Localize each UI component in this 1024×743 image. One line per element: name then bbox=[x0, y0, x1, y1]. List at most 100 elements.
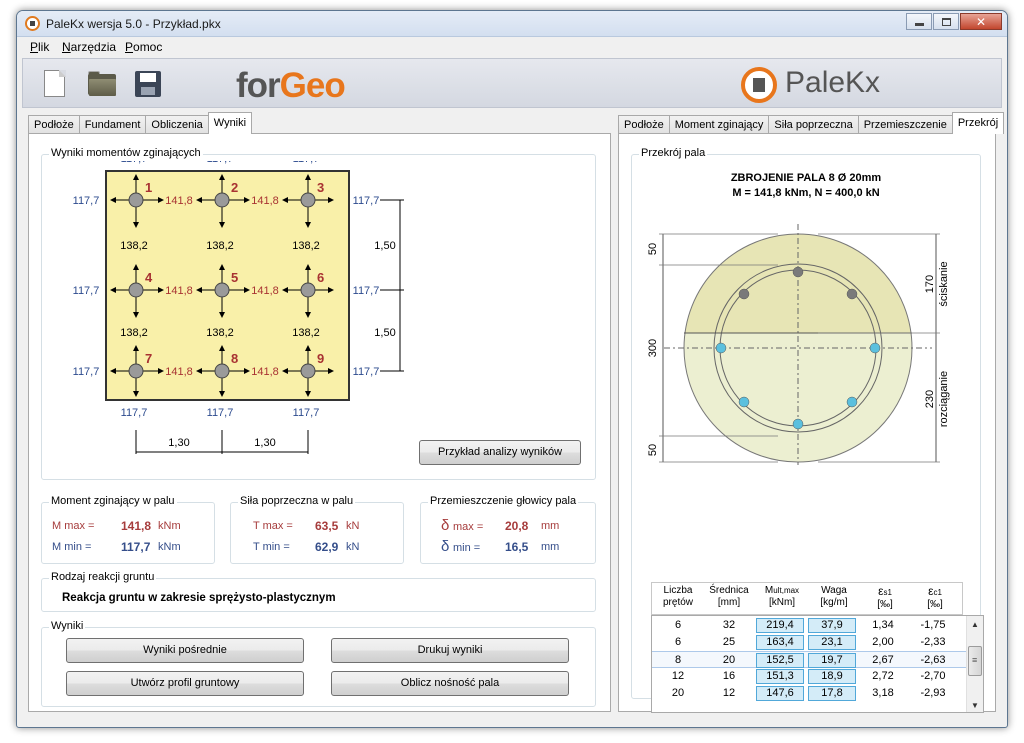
table-cell: 151,3 bbox=[756, 669, 804, 684]
results-group: Wyniki Wyniki pośrednie Drukuj wyniki Ut… bbox=[41, 620, 596, 707]
rebar-compression bbox=[846, 288, 858, 300]
pile-circle bbox=[214, 282, 230, 298]
rebar-tension bbox=[738, 396, 750, 408]
col-header-diameter-l1: Średnica bbox=[709, 585, 749, 596]
tab-shear-force[interactable]: Siła poprzeczna bbox=[768, 115, 859, 134]
vertical-moment-label: 138,2 bbox=[292, 240, 320, 252]
spacing-x-label: 1,30 bbox=[168, 437, 189, 449]
col-header-count: Liczba prętów bbox=[655, 585, 701, 609]
calculate-capacity-button[interactable]: Oblicz nośność pala bbox=[331, 671, 569, 696]
vertical-moment-label: 138,2 bbox=[292, 327, 320, 339]
palekx-logo-icon bbox=[741, 67, 777, 103]
results-group-title: Wyniki bbox=[49, 620, 86, 632]
table-row[interactable]: 8 20 152,5 19,7 2,67 -2,63 bbox=[652, 651, 968, 668]
col-header-eps-s1-sub: s1 bbox=[883, 588, 892, 597]
displacement-box-title: Przemieszczenie głowicy pala bbox=[428, 495, 579, 507]
print-results-button[interactable]: Drukuj wyniki bbox=[331, 638, 569, 663]
scroll-thumb[interactable] bbox=[968, 646, 982, 676]
table-cell: 2,00 bbox=[872, 636, 894, 648]
create-soil-profile-button[interactable]: Utwórz profil gruntowy bbox=[66, 671, 304, 696]
example-analysis-button[interactable]: Przykład analizy wyników bbox=[419, 440, 581, 465]
save-disk-icon[interactable] bbox=[133, 69, 163, 99]
moment-max-unit: kNm bbox=[158, 520, 181, 532]
table-cell: 6 bbox=[674, 636, 682, 648]
new-file-icon[interactable] bbox=[40, 69, 70, 99]
menu-plik[interactable]: Plik bbox=[30, 40, 49, 54]
close-button[interactable]: ✕ bbox=[960, 13, 1002, 30]
maximize-button[interactable] bbox=[933, 13, 959, 30]
displacement-max-unit: mm bbox=[541, 520, 560, 532]
edge-moment-label-right: 117,7 bbox=[353, 285, 380, 297]
rebar-tension bbox=[792, 418, 804, 430]
pile-number: 6 bbox=[317, 270, 324, 285]
dim-top-label: 50 bbox=[647, 243, 659, 255]
horizontal-moment-label: 141,8 bbox=[251, 366, 279, 378]
tab-obliczenia[interactable]: Obliczenia bbox=[145, 115, 209, 134]
table-row[interactable]: 20 12 147,6 17,8 3,18 -2,93 bbox=[652, 685, 968, 702]
rebar-tension bbox=[715, 342, 727, 354]
menu-bar: Plik Narzędzia Pomoc bbox=[17, 37, 1007, 57]
table-row[interactable]: 12 16 151,3 18,9 2,72 -2,70 bbox=[652, 668, 968, 685]
pile-circle bbox=[128, 192, 144, 208]
tab-wyniki[interactable]: Wyniki bbox=[207, 112, 253, 134]
col-header-count-l1: Liczba bbox=[663, 585, 693, 596]
reinforcement-table[interactable]: 20 12 147,6 17,8 3,18 -2,93 12 16 151,3 18,9 2,72 -… bbox=[651, 615, 984, 713]
table-cell: -2,93 bbox=[920, 687, 946, 699]
edge-moment-label-top: 117,7 bbox=[121, 161, 148, 165]
open-folder-icon[interactable] bbox=[87, 69, 117, 99]
intermediate-results-button[interactable]: Wyniki pośrednie bbox=[66, 638, 304, 663]
table-cell: 6 bbox=[674, 619, 682, 631]
pile-plan-diagram: 1 2 3 4 5 6 7 8 9 141,8 141,8 141,8 141,8 141,8 141,8 1… bbox=[73, 161, 404, 454]
shear-min-value: 62,9 bbox=[315, 540, 339, 554]
menu-narzedzia[interactable]: Narzędzia bbox=[62, 40, 116, 54]
table-cell: 23,1 bbox=[808, 635, 856, 650]
scroll-up-icon[interactable]: ▲ bbox=[967, 616, 983, 633]
pile-circle bbox=[300, 363, 316, 379]
tab-cross-section[interactable]: Przekrój bbox=[951, 112, 1005, 134]
dim-tension-label: 230 bbox=[924, 390, 936, 408]
horizontal-moment-label: 141,8 bbox=[165, 285, 193, 297]
edge-moment-label-top: 117,7 bbox=[293, 161, 320, 165]
tab-right-podloze[interactable]: Podłoże bbox=[618, 115, 670, 134]
shear-max-unit: kN bbox=[346, 520, 360, 532]
title-bar[interactable]: PaleKx wersja 5.0 - Przykład.pkx ✕ bbox=[17, 11, 1007, 37]
soil-reaction-value: Reakcja gruntu w zakresie sprężysto-plas… bbox=[62, 592, 336, 604]
edge-moment-label-left: 117,7 bbox=[73, 195, 100, 207]
tab-bending-moment[interactable]: Moment zginający bbox=[668, 115, 770, 134]
edge-moment-label-left: 117,7 bbox=[73, 366, 100, 378]
pile-number: 9 bbox=[317, 351, 324, 366]
moment-min-value: 117,7 bbox=[121, 540, 151, 554]
table-scrollbar[interactable]: ▲ ▼ bbox=[966, 616, 983, 712]
window-title: PaleKx wersja 5.0 - Przykład.pkx bbox=[46, 17, 221, 31]
moment-min-label: M min = bbox=[52, 541, 92, 553]
moment-max-label: M max = bbox=[52, 520, 95, 532]
minimize-button[interactable] bbox=[906, 13, 932, 30]
table-cell: 1,34 bbox=[872, 619, 894, 631]
tab-podloze[interactable]: Podłoże bbox=[28, 115, 80, 134]
palekx-logo-text: PaleKx bbox=[785, 66, 881, 99]
table-row[interactable]: 6 32 219,4 37,9 1,34 -1,75 bbox=[652, 617, 968, 634]
delta-min-symbol: δ bbox=[441, 538, 450, 555]
tab-fundament[interactable]: Fundament bbox=[78, 115, 147, 134]
menu-pomoc[interactable]: Pomoc bbox=[125, 40, 162, 54]
tab-displacement[interactable]: Przemieszczenie bbox=[857, 115, 953, 134]
table-cell: -2,70 bbox=[920, 670, 946, 682]
section-heading-line2: M = 141,8 kNm, N = 400,0 kN bbox=[732, 187, 879, 199]
horizontal-moment-label: 141,8 bbox=[251, 195, 279, 207]
displacement-min-value: 16,5 bbox=[505, 540, 529, 554]
delta-max-symbol: δ bbox=[441, 517, 450, 534]
table-cell: 12 bbox=[722, 687, 736, 699]
spacing-x-label: 1,30 bbox=[254, 437, 275, 449]
pile-number: 1 bbox=[145, 180, 152, 195]
col-header-mult-sub: ult,max bbox=[773, 586, 800, 595]
cross-section-panel: Przekrój pala ZBROJENIE PALA 8 Ø 20mm M =… bbox=[618, 133, 996, 713]
displacement-max-value: 20,8 bbox=[505, 519, 529, 533]
rebar-compression bbox=[792, 266, 804, 278]
col-header-eps-c1: εc1 [‰] bbox=[912, 585, 958, 611]
table-cell: 20 bbox=[722, 654, 736, 666]
col-header-eps-c1-l2: [‰] bbox=[927, 599, 943, 610]
table-row[interactable]: 6 25 163,4 23,1 2,00 -2,33 bbox=[652, 634, 968, 651]
displacement-min-unit: mm bbox=[541, 541, 560, 553]
soil-reaction-group: Rodzaj reakcji gruntu Reakcja gruntu w z… bbox=[41, 571, 596, 612]
scroll-down-icon[interactable]: ▼ bbox=[967, 697, 983, 712]
